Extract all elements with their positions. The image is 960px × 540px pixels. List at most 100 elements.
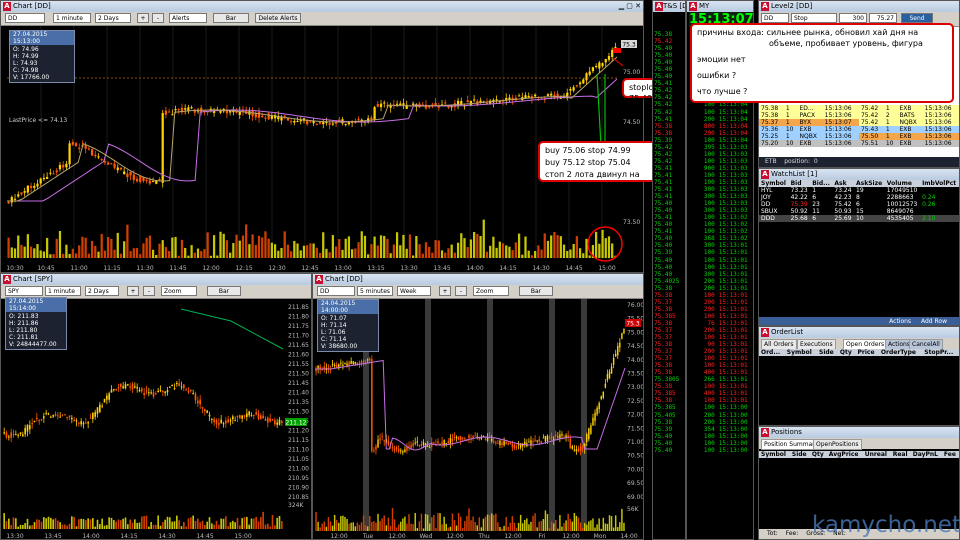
order-type-select[interactable]: Stop [791,13,837,23]
spy-candle [57,415,59,417]
spy-zoom-out-button[interactable]: - [143,286,155,296]
main-candle [68,143,71,165]
main-volume-bar [277,250,280,258]
tape-cell-time: 15:13:01 [718,390,748,398]
main-chart-titlebar[interactable]: A Chart [DD] ▁ ▢ ✕ [1,1,643,12]
range-select[interactable]: 2 Days [95,13,131,23]
qty-field[interactable]: 300 [839,13,867,23]
watchlist-row[interactable]: SBUX 50.92 11 50.93 15 8649076 [759,208,959,215]
positions-tab[interactable]: OpenPositions [813,439,862,450]
mistakes-line: ошибки ? [697,71,737,80]
watchlist-row[interactable]: JOY 42.22 6 42.23 8 2288663 0.24 [759,194,959,201]
spy-candle [192,393,194,395]
positions-column-header[interactable]: Real [890,451,911,458]
positions-column-header[interactable]: Qty [809,451,827,458]
dd5-zoom-in-button[interactable]: + [439,286,451,296]
interval-select[interactable]: 1 minute [53,13,91,23]
symbol-field[interactable]: DD [5,13,45,23]
dd5-chart-titlebar[interactable]: A Chart [DD] [313,274,643,285]
dd5-volume-bar [563,522,565,531]
level2-row[interactable]: 75.25 1 NQBX 15:13:06 75.50 1 EXB 15:13:06 [759,133,959,140]
watchlist-column-header[interactable]: Volume [884,180,921,187]
spy-chart-titlebar[interactable]: A Chart [SPY] [1,274,311,285]
watchlist-actions-button[interactable]: Actions [889,318,911,325]
watchlist-column-header[interactable]: Symbol [759,180,789,187]
watchlist-column-header[interactable]: ImbVolPct [920,180,959,187]
dd5-candle [602,391,605,398]
watchlist-row[interactable]: DD 75.39 23 75.42 6 10012573 0.26 [759,201,959,208]
spy-symbol-field[interactable]: SPY [5,286,43,296]
bar-button[interactable]: Bar [213,13,249,23]
dd5-range-select[interactable]: Week [397,286,431,296]
send-order-button[interactable]: Send [901,13,933,23]
spy-zoom-in-button[interactable]: + [127,286,139,296]
main-volume-bar [318,253,322,258]
tape-cell-size: 266 [703,376,715,384]
dd5-bar-button[interactable]: Bar [519,286,553,296]
positions-column-header[interactable]: Unreal [862,451,891,458]
orderlist-titlebar[interactable]: A OrderList [759,327,959,338]
orderlist-column-header[interactable]: Ord... [759,349,785,356]
level2-row[interactable]: 75.37 1 BYX 15:13:07 75.42 1 NQBX 15:13:06 [759,119,959,126]
spy-candle [40,419,43,421]
watchlist-titlebar[interactable]: A WatchList [1] [759,169,959,180]
dd5-chart-toolbar: DD 5 minutes Week + - Zoom Bar [313,285,643,299]
dd5-symbol-field[interactable]: DD [317,286,355,296]
main-volume-bar [241,235,245,258]
watchlist-column-header[interactable]: Bid... [810,180,833,187]
watchlist-column-header[interactable]: Ask [832,180,855,187]
dd5-volume-bar [511,516,514,531]
level2-titlebar[interactable]: A Level2 [DD] [759,1,959,12]
tape-titlebar[interactable]: A T&S [DD] [653,1,685,12]
orderlist-column-header[interactable]: Side [817,349,838,356]
watchlist-cell [920,187,959,194]
spy-candle [54,413,57,416]
spy-range-select[interactable]: 2 Days [85,286,119,296]
main-volume-bar [107,237,110,258]
positions-column-header[interactable]: AvgPrice [826,451,863,458]
orderlist-column-header[interactable]: StopPr... [922,349,959,356]
alerts-select[interactable]: Alerts [169,13,207,23]
main-candle [517,95,521,97]
dd5-zoom-select[interactable]: Zoom [473,286,509,296]
level2-row[interactable]: 75.38 1 ED... 15:13:06 75.42 1 EXB 15:13:06 [759,105,959,112]
tape-cell-time: 15:13:04 [718,115,748,123]
zoom-out-button[interactable]: - [152,13,164,23]
orderlist-column-header[interactable]: OrderType [878,349,923,356]
level2-row[interactable]: 75.36 10 EXB 15:13:06 75.43 1 EXB 15:13:06 [759,126,959,133]
level2-row[interactable]: 75.38 1 PACX 15:13:06 75.42 2 BATS 15:13:06 [759,112,959,119]
main-volume-bar [473,231,476,258]
positions-column-header[interactable]: DayPnL [910,451,942,458]
positions-column-header[interactable]: Fee [941,451,959,458]
tape-cell-size: 100 [703,221,715,229]
orderlist-column-header[interactable]: Qty [837,349,856,356]
watchlist-row[interactable]: HYL 73.23 1 73.24 19 17049510 [759,187,959,194]
add-row-button[interactable]: Add Row [921,318,947,325]
orderlist-column-header[interactable]: Price [855,349,879,356]
tape-cell-price: 75.39 [654,249,673,257]
window-controls-icon[interactable]: ▁ ▢ ✕ [619,2,641,11]
watchlist-table[interactable]: Symbol Bid Bid... Ask AskSize Volume ImbVolPct… [759,180,959,222]
price-field[interactable]: 75.27 [869,13,897,23]
spy-candle [108,393,110,400]
level2-book[interactable]: 75.38 1 ED... 15:13:06 75.42 1 EXB 15:13:06 75.3… [759,105,959,147]
dd5-candle [416,441,419,443]
positions-column-header[interactable]: Symbol [759,451,790,458]
delete-alerts-button[interactable]: Delete Alerts [255,13,301,23]
spy-zoom-select[interactable]: Zoom [161,286,197,296]
level2-symbol-field[interactable]: DD [761,13,789,23]
orderlist-column-header[interactable]: Symbol [784,349,817,356]
spy-volume-bar [159,525,162,529]
watchlist-column-header[interactable]: Bid [788,180,811,187]
dd5-interval-select[interactable]: 5 minutes [357,286,393,296]
spy-bar-button[interactable]: Bar [207,286,241,296]
tape2-titlebar[interactable]: A MY [687,1,753,12]
level2-row[interactable]: 75.20 10 EXB 15:13:06 75.51 10 EXB 15:13:06 [759,140,959,147]
dd5-zoom-out-button[interactable]: - [455,286,467,296]
watchlist-row[interactable]: DDD 25.68 6 25.69 10 4535405 2.10 [759,215,959,222]
positions-column-header[interactable]: Side [789,451,810,458]
positions-titlebar[interactable]: A Positions [759,427,959,438]
watchlist-column-header[interactable]: AskSize [854,180,885,187]
zoom-in-button[interactable]: + [137,13,149,23]
spy-interval-select[interactable]: 1 minute [45,286,81,296]
